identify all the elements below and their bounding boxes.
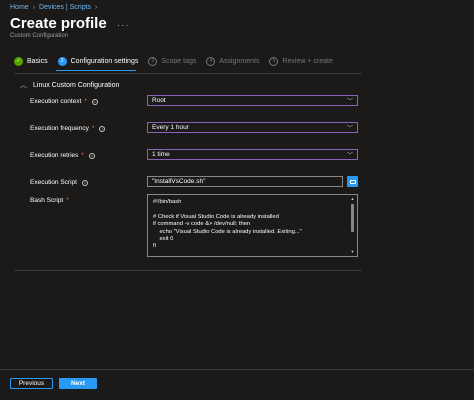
field-label-text: Execution Script: [30, 179, 77, 186]
required-marker: *: [81, 152, 84, 159]
footer-divider: [0, 369, 474, 370]
step-basics[interactable]: ✓ Basics: [14, 57, 48, 66]
info-icon[interactable]: i: [91, 98, 98, 105]
folder-icon: [349, 179, 356, 184]
form-divider: [14, 270, 362, 271]
select-value: Every 1 hour: [152, 124, 189, 131]
select-value: 1 time: [152, 151, 170, 158]
section-header-linux-config[interactable]: ︿ Linux Custom Configuration: [20, 80, 119, 90]
info-icon[interactable]: i: [88, 152, 95, 159]
previous-button[interactable]: Previous: [10, 378, 53, 389]
scroll-down-icon[interactable]: ▼: [349, 249, 356, 255]
chevron-down-icon: ﹀: [346, 126, 353, 132]
execution-frequency-label: Execution frequency * i: [30, 125, 106, 132]
code-scrollbar[interactable]: ▲ ▼: [349, 196, 356, 255]
step-label: Review + create: [282, 58, 333, 65]
breadcrumb-separator-icon: ›: [32, 4, 36, 11]
execution-frequency-select[interactable]: Every 1 hour ﹀: [147, 122, 358, 133]
step-scope-tags[interactable]: 3 Scope tags: [148, 57, 196, 66]
page-subtitle: Custom Configuration: [10, 33, 69, 39]
breadcrumb-home[interactable]: Home: [10, 4, 29, 11]
steps-divider: [14, 73, 362, 74]
step-label: Basics: [27, 58, 48, 65]
step-label: Assignments: [219, 58, 260, 65]
section-title: Linux Custom Configuration: [33, 81, 120, 89]
execution-retries-select[interactable]: 1 time ﹀: [147, 149, 358, 160]
script-filename: "InstallVsCode.sh": [152, 178, 206, 185]
execution-context-label: Execution context * i: [30, 98, 98, 105]
breadcrumb-separator-icon: ›: [95, 4, 98, 11]
chevron-down-icon: ﹀: [346, 99, 353, 105]
step-review-create[interactable]: 5 Review + create: [269, 57, 333, 66]
scrollbar-thumb[interactable]: [351, 204, 354, 232]
breadcrumb: Home › Devices | Scripts ›: [10, 4, 97, 11]
field-label-text: Bash Script: [30, 197, 64, 204]
execution-script-input[interactable]: "InstallVsCode.sh": [147, 176, 343, 187]
bash-script-textarea[interactable]: #!/bin/bash # Check if Visual Studio Cod…: [147, 194, 358, 257]
step-number: 4: [206, 57, 216, 66]
breadcrumb-devices-scripts[interactable]: Devices | Scripts: [39, 4, 91, 11]
bash-script-label: Bash Script *: [30, 197, 69, 204]
required-marker: *: [66, 197, 69, 204]
chevron-up-icon: ︿: [20, 82, 27, 89]
info-icon[interactable]: i: [81, 179, 88, 186]
execution-context-select[interactable]: Root ﹀: [147, 95, 358, 106]
step-number: 5: [269, 57, 279, 66]
create-profile-page: Home › Devices | Scripts › Create profil…: [0, 0, 474, 400]
more-options-icon[interactable]: ···: [117, 20, 130, 31]
wizard-steps: ✓ Basics 2 Configuration settings 3 Scop…: [14, 56, 343, 67]
scroll-up-icon[interactable]: ▲: [349, 196, 356, 202]
step-number: 2: [57, 57, 67, 66]
select-value: Root: [152, 97, 166, 104]
title-row: Create profile ···: [10, 15, 130, 32]
required-marker: *: [84, 98, 87, 105]
page-title: Create profile: [10, 15, 107, 32]
step-number: 3: [148, 57, 158, 66]
required-marker: *: [91, 125, 95, 132]
step-label: Configuration settings: [70, 58, 139, 65]
execution-script-label: Execution Script i: [30, 179, 88, 186]
browse-file-button[interactable]: [347, 176, 358, 187]
active-step-underline: [56, 70, 136, 71]
field-label-text: Execution frequency: [30, 125, 89, 132]
step-label: Scope tags: [161, 58, 197, 65]
field-label-text: Execution retries: [30, 152, 79, 159]
info-icon[interactable]: i: [99, 125, 106, 132]
next-button[interactable]: Next: [59, 378, 97, 389]
step-configuration-settings[interactable]: 2 Configuration settings: [57, 57, 139, 66]
field-label-text: Execution context: [30, 98, 82, 105]
step-assignments[interactable]: 4 Assignments: [206, 57, 259, 66]
check-icon: ✓: [14, 57, 23, 66]
chevron-down-icon: ﹀: [346, 153, 353, 159]
bash-script-content: #!/bin/bash # Check if Visual Studio Cod…: [153, 199, 302, 250]
execution-retries-label: Execution retries * i: [30, 152, 95, 159]
